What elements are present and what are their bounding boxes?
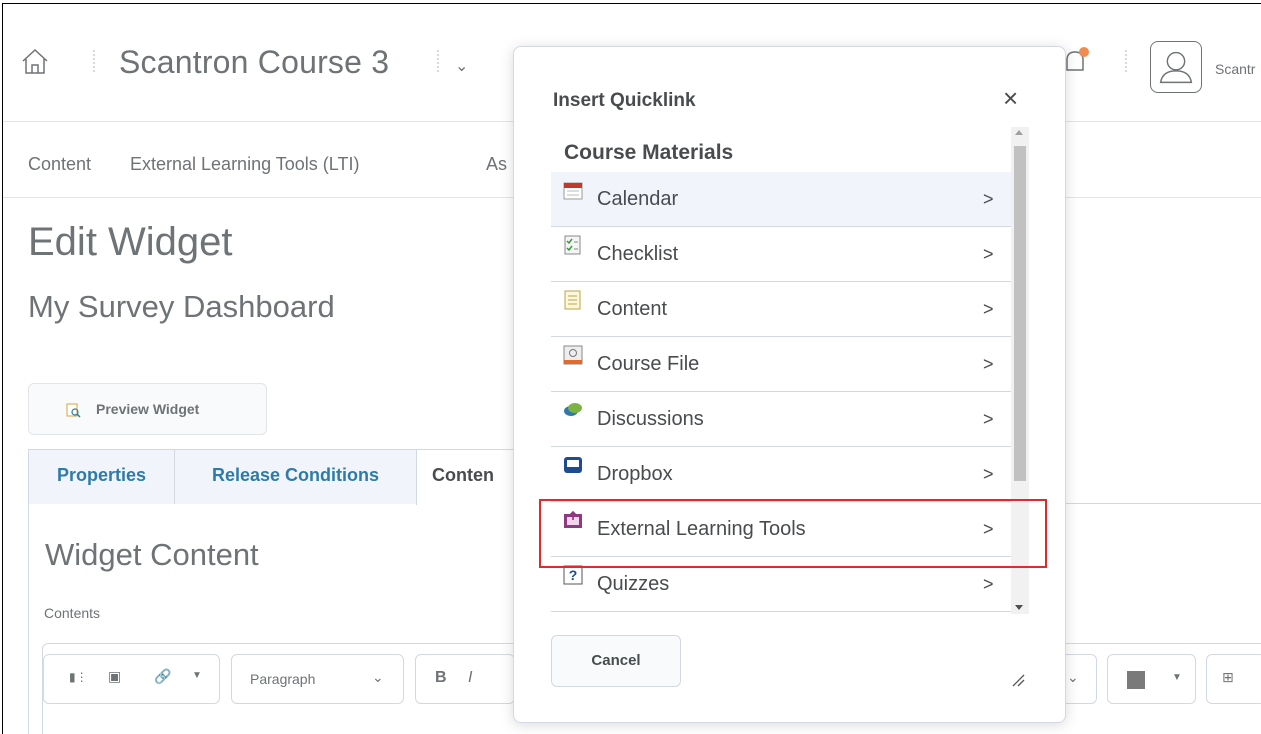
nav-item-content[interactable]: Content [28, 154, 91, 175]
user-name[interactable]: Scantr [1215, 61, 1255, 77]
tab-properties[interactable]: Properties [28, 449, 175, 504]
chevron-down-icon[interactable]: ⌄ [455, 56, 468, 76]
chevron-down-icon: ⌄ [372, 669, 384, 685]
format-select[interactable]: Paragraph ⌄ [231, 654, 404, 704]
chevron-right-icon: > [983, 354, 994, 374]
header-separator [93, 50, 97, 72]
close-icon[interactable]: × [1003, 85, 1018, 111]
insert-quicklink-icon[interactable]: 🔗 [154, 668, 171, 685]
chevron-right-icon: > [983, 244, 994, 264]
list-title: Course Materials [564, 141, 734, 164]
chevron-right-icon: > [983, 189, 994, 209]
avatar[interactable] [1150, 41, 1202, 93]
list-item-calendar[interactable]: Calendar > [551, 172, 1011, 227]
discussions-icon [564, 403, 582, 416]
svg-text:?: ? [569, 567, 578, 583]
page-title: Edit Widget [28, 220, 233, 264]
tab-release-conditions[interactable]: Release Conditions [174, 449, 417, 504]
nav-item-assessments[interactable]: As [486, 154, 507, 175]
insert-table-group[interactable]: ⊞ [1206, 654, 1261, 704]
content-icon [564, 290, 581, 310]
chevron-down-icon[interactable]: ⌄ [1067, 669, 1079, 686]
list-item-dropbox[interactable]: Dropbox > [551, 447, 1011, 502]
chevron-down-icon[interactable]: ▼ [192, 670, 202, 681]
table-icon: ⊞ [1222, 669, 1234, 685]
bold-button[interactable]: B [435, 669, 447, 687]
dialog-title: Insert Quicklink [553, 90, 696, 111]
home-icon[interactable] [20, 46, 50, 76]
page-subtitle: My Survey Dashboard [28, 289, 335, 324]
header-separator [1125, 50, 1129, 72]
chevron-right-icon: > [983, 409, 994, 429]
insert-stuff-icon[interactable]: ▮⋮ [69, 670, 88, 684]
section-title: Widget Content [45, 537, 259, 572]
header-separator [437, 50, 441, 72]
scroll-up-arrow-icon[interactable] [1015, 130, 1023, 135]
color-swatch [1127, 671, 1145, 689]
list-item-label: Checklist [597, 243, 679, 265]
italic-button[interactable]: I [468, 669, 472, 687]
contents-label: Contents [44, 605, 101, 621]
list-item-content[interactable]: Content > [551, 282, 1011, 337]
app-window: Scantron Course 3 ⌄ Scantr Content Exter… [2, 3, 1261, 734]
chevron-right-icon: > [983, 574, 994, 594]
preview-widget-label: Preview Widget [96, 401, 200, 417]
calendar-icon [563, 182, 583, 200]
preview-widget-button[interactable]: Preview Widget [28, 383, 267, 435]
list-item-discussions[interactable]: Discussions > [551, 392, 1011, 447]
resize-grip-icon[interactable] [1011, 673, 1025, 687]
text-style-group: B I [415, 654, 515, 704]
dropbox-icon [564, 457, 582, 473]
insert-toolbar-group: ▮⋮ ▣ 🔗 ▼ [43, 654, 220, 704]
scrollbar-thumb[interactable] [1014, 146, 1026, 481]
user-icon [1159, 51, 1193, 84]
preview-icon [66, 403, 81, 418]
list-item-label: Discussions [597, 408, 704, 430]
list-item-label: Quizzes [597, 573, 670, 595]
insert-image-icon[interactable]: ▣ [108, 668, 121, 685]
list-item-label: Dropbox [597, 463, 673, 485]
cancel-button[interactable]: Cancel [551, 635, 681, 687]
checklist-icon [564, 235, 581, 255]
quizzes-icon: ? [563, 565, 583, 585]
chevron-right-icon: > [983, 464, 994, 484]
list-item-checklist[interactable]: Checklist > [551, 227, 1011, 282]
list-item-label: Course File [597, 353, 700, 375]
chevron-down-icon: ▼ [1172, 672, 1182, 683]
nav-item-external-learning-tools[interactable]: External Learning Tools (LTI) [130, 154, 359, 175]
scroll-down-arrow-icon[interactable] [1015, 605, 1023, 610]
list-item-label: Calendar [597, 188, 679, 210]
list-item-label: Content [597, 298, 668, 320]
course-title[interactable]: Scantron Course 3 [119, 44, 389, 81]
color-picker-group[interactable]: ▼ [1107, 654, 1196, 704]
list-item-course-file[interactable]: Course File > [551, 337, 1011, 392]
paragraph-select-value: Paragraph [250, 671, 316, 687]
course-file-icon [563, 345, 583, 365]
highlight-annotation [539, 499, 1047, 568]
insert-quicklink-dialog: Insert Quicklink × Course Materials Cale… [513, 46, 1066, 723]
chevron-right-icon: > [983, 299, 994, 319]
